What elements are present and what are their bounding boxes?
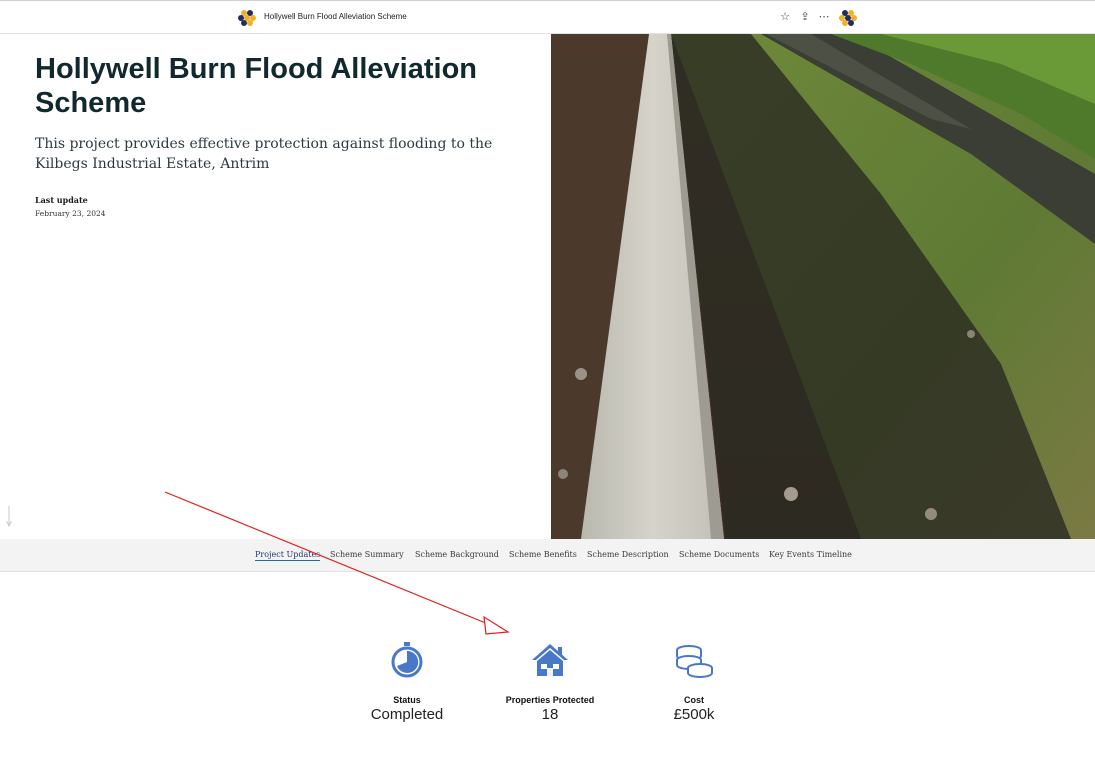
user-avatar-icon[interactable] xyxy=(838,8,858,28)
nav-item-project-updates[interactable]: Project Updates xyxy=(255,550,321,561)
section-nav: Project Updates Scheme Summary Scheme Ba… xyxy=(0,539,1095,572)
stat-value: 18 xyxy=(541,706,559,723)
star-icon[interactable]: ☆ xyxy=(778,10,792,24)
nav-item-scheme-description[interactable]: Scheme Description xyxy=(587,550,669,559)
hero-text-panel: Hollywell Burn Flood Alleviation Scheme … xyxy=(0,34,551,539)
last-update-date: February 23, 2024 xyxy=(35,209,106,218)
top-bar: Hollywell Burn Flood Alleviation Scheme … xyxy=(0,0,1095,34)
stat-label: Properties Protected xyxy=(505,695,595,705)
share-icon[interactable]: ⇪ xyxy=(798,10,812,24)
page-title: Hollywell Burn Flood Alleviation Scheme xyxy=(35,53,478,119)
more-icon[interactable]: ⋯ xyxy=(817,10,831,24)
stat-properties-protected: Properties Protected 18 xyxy=(480,640,620,723)
house-icon xyxy=(532,644,568,676)
site-title[interactable]: Hollywell Burn Flood Alleviation Scheme xyxy=(264,12,407,21)
stat-value: Completed xyxy=(370,706,444,723)
page-subtitle: This project provides effective protecti… xyxy=(35,136,493,172)
nav-item-scheme-documents[interactable]: Scheme Documents xyxy=(679,550,759,559)
stat-label: Cost xyxy=(684,695,704,705)
stat-value: £500k xyxy=(673,706,715,723)
hero-photo-flood-wall xyxy=(551,34,1095,539)
stat-cost: Cost £500k xyxy=(624,640,764,723)
stat-label: Status xyxy=(393,695,421,705)
nav-item-scheme-benefits[interactable]: Scheme Benefits xyxy=(509,550,577,559)
stopwatch-icon xyxy=(391,642,423,678)
honeycomb-logo-icon[interactable] xyxy=(237,8,257,28)
last-update-label: Last update xyxy=(35,195,88,205)
nav-item-scheme-background[interactable]: Scheme Background xyxy=(415,550,499,559)
nav-item-scheme-summary[interactable]: Scheme Summary xyxy=(330,550,404,559)
coins-icon xyxy=(676,645,713,678)
stat-status: Status Completed xyxy=(337,640,477,723)
nav-item-key-events-timeline[interactable]: Key Events Timeline xyxy=(769,550,852,559)
scroll-down-icon[interactable] xyxy=(6,506,12,528)
